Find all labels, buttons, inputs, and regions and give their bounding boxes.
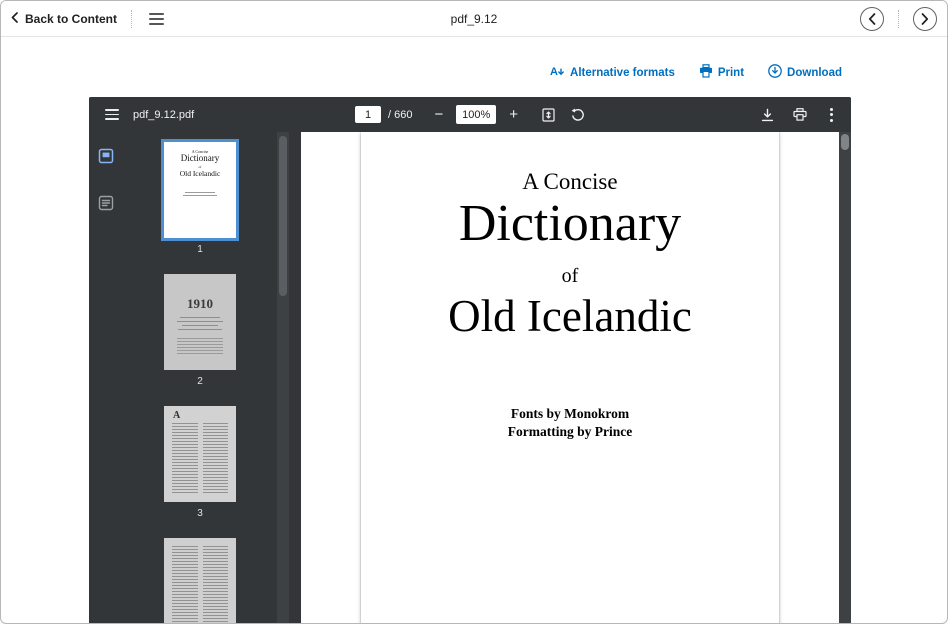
page-2-thumbnail-preview: 1910 (164, 296, 236, 312)
pdf-toolbar-right (761, 106, 837, 124)
download-icon (761, 108, 774, 122)
chevron-left-icon (868, 13, 876, 25)
document-credit-line-1: Fonts by Monokrom (361, 405, 779, 423)
document-title-line-3: of (361, 265, 779, 288)
page-2-label: 2 (197, 376, 203, 388)
pdf-viewer: pdf_9.12.pdf / 660 − 100% + (89, 97, 851, 624)
thumbnail-item-2: 1910 2 (164, 274, 236, 388)
page-1-thumbnail-preview: A Concise Dictionary of Old Icelandic (164, 142, 236, 238)
sidebar-view-strip (89, 132, 123, 624)
page-3-label: 3 (197, 508, 203, 520)
document-credits: Fonts by Monokrom Formatting by Prince (361, 405, 779, 440)
document-scrollbar-thumb[interactable] (841, 134, 849, 150)
document-actions: A Alternative formats Print (550, 64, 842, 81)
document-title-line-2: Dictionary (361, 198, 779, 250)
thumbnail-list: A Concise Dictionary of Old Icelandic 1 … (123, 132, 277, 624)
thumbnail-item-3: A 3 (164, 406, 236, 520)
pdf-page-controls: / 660 − 100% + (355, 105, 585, 124)
zoom-out-button[interactable]: − (430, 107, 447, 122)
previous-topic-button[interactable] (860, 7, 884, 31)
download-link[interactable]: Download (768, 64, 842, 81)
topic-navigation (860, 7, 937, 31)
outline-icon (98, 195, 114, 211)
top-navigation-bar: Back to Content pdf_9.12 (1, 1, 947, 37)
menu-icon[interactable] (146, 10, 167, 28)
alternative-formats-link[interactable]: A Alternative formats (550, 64, 675, 81)
pdf-download-button[interactable] (761, 108, 774, 122)
page-1-label: 1 (197, 244, 203, 256)
chevron-right-icon (921, 13, 929, 25)
pdf-print-button[interactable] (793, 108, 807, 121)
document-scrollbar[interactable] (839, 132, 851, 624)
thumbnails-icon (98, 148, 114, 164)
document-credit-line-2: Formatting by Prince (361, 423, 779, 441)
fit-page-icon (542, 108, 555, 122)
more-options-button[interactable] (826, 106, 837, 124)
thumbnails-view-button[interactable] (98, 148, 114, 169)
page-count-label: / 660 (388, 109, 412, 121)
sidebar-scrollbar-thumb[interactable] (279, 136, 287, 296)
document-title-line-1: A Concise (361, 132, 779, 195)
back-to-content-label: Back to Content (25, 12, 117, 26)
svg-text:A: A (550, 66, 558, 78)
app-window: Back to Content pdf_9.12 A (0, 0, 948, 624)
pdf-toolbar: pdf_9.12.pdf / 660 − 100% + (89, 97, 851, 132)
rotate-icon (571, 108, 585, 122)
page-3-thumbnail[interactable]: A (164, 406, 236, 502)
sidebar-scrollbar[interactable] (277, 132, 289, 624)
page-3-thumbnail-preview: A (173, 410, 180, 421)
pdf-document-area: A Concise Dictionary of Old Icelandic Fo… (301, 132, 839, 624)
page-4-thumbnail[interactable] (164, 538, 236, 624)
chevron-left-icon (11, 12, 18, 26)
back-to-content-link[interactable]: Back to Content (11, 12, 117, 26)
document-page-1: A Concise Dictionary of Old Icelandic Fo… (361, 132, 779, 624)
pdf-sidebar-toggle-icon[interactable] (103, 107, 121, 122)
document-outline-button[interactable] (98, 195, 114, 216)
alternative-formats-icon: A (550, 64, 565, 81)
thumbnail-item-4 (164, 538, 236, 624)
page-2-thumbnail[interactable]: 1910 (164, 274, 236, 370)
download-label: Download (787, 67, 842, 79)
pdf-filename: pdf_9.12.pdf (133, 109, 194, 121)
zoom-level-control[interactable]: 100% (456, 105, 496, 124)
print-label: Print (718, 67, 744, 79)
rotate-button[interactable] (571, 108, 585, 122)
zoom-in-button[interactable]: + (505, 107, 522, 122)
divider (131, 10, 132, 28)
printer-icon (699, 64, 713, 81)
fit-to-page-button[interactable] (542, 108, 555, 122)
page-1-thumbnail[interactable]: A Concise Dictionary of Old Icelandic (164, 142, 236, 238)
next-topic-button[interactable] (913, 7, 937, 31)
alternative-formats-label: Alternative formats (570, 67, 675, 79)
page-number-input[interactable] (355, 106, 381, 123)
page-title: pdf_9.12 (451, 12, 498, 26)
document-title-line-4: Old Icelandic (361, 294, 779, 339)
thumbnail-item-1: A Concise Dictionary of Old Icelandic 1 (164, 142, 236, 256)
pdf-thumbnail-sidebar: A Concise Dictionary of Old Icelandic 1 … (89, 132, 289, 624)
download-icon (768, 64, 782, 81)
printer-icon (793, 108, 807, 121)
divider (898, 10, 899, 28)
print-link[interactable]: Print (699, 64, 744, 81)
